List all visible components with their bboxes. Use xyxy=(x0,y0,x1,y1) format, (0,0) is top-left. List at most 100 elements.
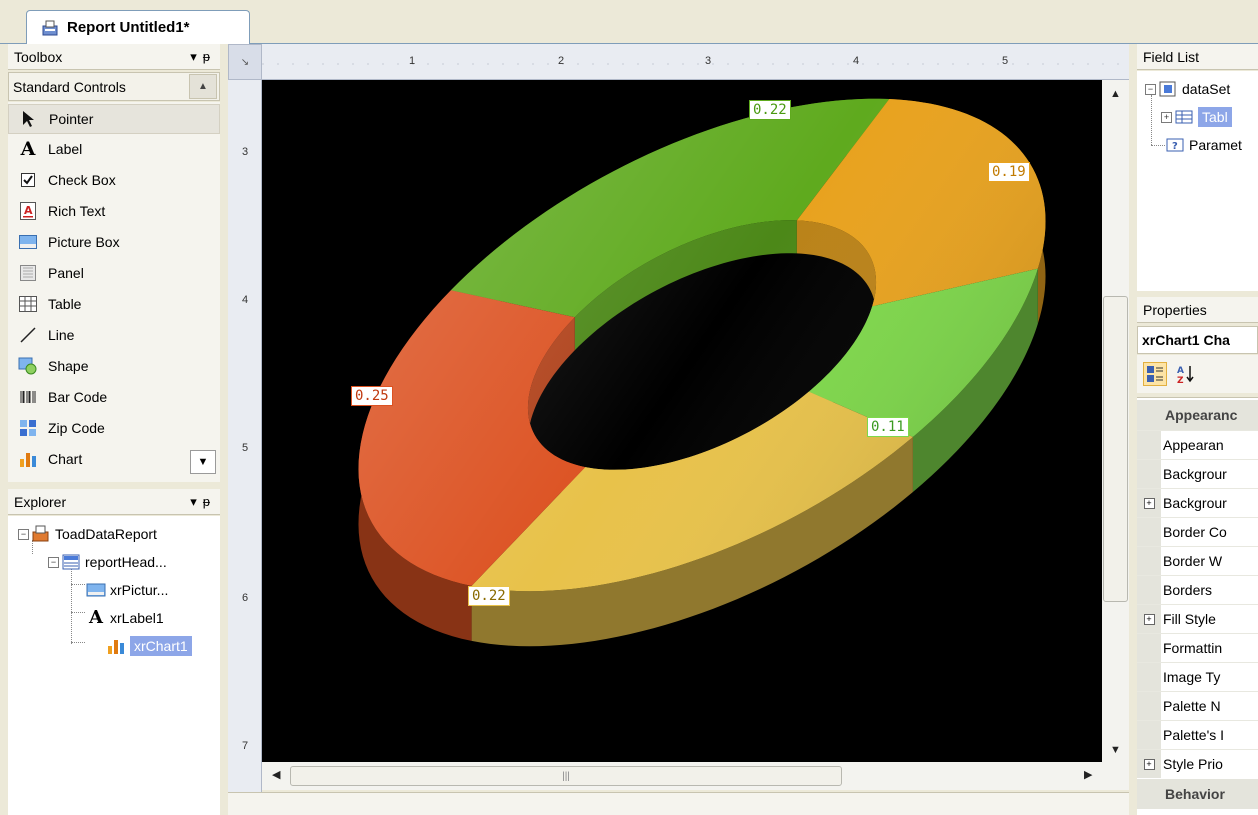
explorer-pin-icon[interactable]: ᵽ xyxy=(203,494,210,510)
property-row[interactable]: + Style Prio xyxy=(1137,749,1258,778)
ruler-number: 4 xyxy=(853,55,860,67)
toolbox-item-label: Picture Box xyxy=(48,234,120,250)
property-row[interactable]: Formattin xyxy=(1137,633,1258,662)
field-node-dataset[interactable]: − dataSet xyxy=(1145,75,1230,103)
expand-toggle-icon[interactable]: + xyxy=(1143,613,1155,625)
collapse-toggle-icon[interactable]: − xyxy=(48,556,59,568)
toolbox-item-zip-code[interactable]: Zip Code xyxy=(8,413,220,443)
ruler-corner-button[interactable]: ↘ xyxy=(228,44,262,80)
table-icon xyxy=(18,294,38,314)
doughnut-chart xyxy=(358,98,1046,647)
property-row[interactable]: + Backgrour xyxy=(1137,488,1258,517)
property-gutter xyxy=(1137,518,1161,546)
explorer-title: Explorer xyxy=(14,493,67,510)
field-node-label: Tabl xyxy=(1198,107,1232,127)
property-category-label: Appearanc xyxy=(1165,407,1238,423)
toolbox-item-label: Chart xyxy=(48,451,83,467)
toolbox-item-line[interactable]: Line xyxy=(8,320,220,350)
vertical-ruler: 3 4 5 6 7 xyxy=(228,80,262,792)
parameters-icon: ? xyxy=(1166,138,1184,152)
toolbox-item-checkbox[interactable]: Check Box xyxy=(8,165,220,195)
canvas-horizontal-scrollbar[interactable]: ◀ ||| ▶ xyxy=(262,762,1129,790)
data-label: 0.19 xyxy=(988,162,1030,182)
ruler-number: 3 xyxy=(705,55,712,67)
band-icon xyxy=(62,554,80,570)
tree-node-picture[interactable]: xrPictur... xyxy=(86,576,168,604)
field-node-table[interactable]: + Tabl xyxy=(1161,103,1232,131)
canvas-vertical-scrollbar[interactable]: ▲ ▼ xyxy=(1102,80,1129,762)
scroll-down-icon[interactable]: ▼ xyxy=(1110,744,1121,756)
properties-header: Properties xyxy=(1137,297,1258,323)
svg-text:?: ? xyxy=(1172,141,1178,152)
tree-connector xyxy=(1151,145,1165,146)
toolbox-menu-icon[interactable]: ▾ xyxy=(190,49,197,65)
toolbox-item-rich-text[interactable]: A Rich Text xyxy=(8,196,220,226)
toolbox-scroll-down-icon[interactable]: ▼ xyxy=(190,450,216,474)
property-category[interactable]: Behavior xyxy=(1137,779,1258,809)
toolbox-item-shape[interactable]: Shape xyxy=(8,351,220,381)
toolbox-section-header[interactable]: Standard Controls ▲ xyxy=(8,72,220,101)
canvas-bottom-strip xyxy=(228,792,1129,815)
explorer-menu-icon[interactable]: ▾ xyxy=(190,494,197,510)
collapse-toggle-icon[interactable]: − xyxy=(1145,83,1156,95)
picture-box-icon xyxy=(18,232,38,252)
scroll-up-icon[interactable]: ▲ xyxy=(1110,88,1121,100)
expand-toggle-icon[interactable]: + xyxy=(1143,497,1155,509)
tree-node-label: xrPictur... xyxy=(110,582,169,598)
property-gutter: + xyxy=(1137,605,1161,633)
expand-toggle-icon[interactable]: + xyxy=(1161,111,1172,123)
property-name: Palette N xyxy=(1163,698,1221,714)
toolbox-item-chart[interactable]: Chart xyxy=(8,444,220,474)
property-row[interactable]: Palette N xyxy=(1137,691,1258,720)
expand-toggle-icon[interactable]: + xyxy=(1143,758,1155,770)
tree-node-report-header[interactable]: − reportHead... xyxy=(48,548,167,576)
toolbox-item-pointer[interactable]: Pointer xyxy=(8,104,220,134)
sort-az-icon: AZ xyxy=(1177,366,1194,384)
property-name: Backgrour xyxy=(1163,495,1227,511)
ruler-ticks xyxy=(262,63,1129,65)
property-gutter xyxy=(1137,431,1161,459)
ruler-number: 2 xyxy=(558,55,565,67)
toolbox-item-label-control[interactable]: A Label xyxy=(8,134,220,164)
properties-title: Properties xyxy=(1143,301,1207,318)
property-category[interactable]: Appearanc xyxy=(1137,400,1258,430)
horizontal-scroll-thumb[interactable]: ||| xyxy=(290,766,842,786)
toolbox-item-picture-box[interactable]: Picture Box xyxy=(8,227,220,257)
toolbox-item-panel[interactable]: Panel xyxy=(8,258,220,288)
toolbox-pin-icon[interactable]: ᵽ xyxy=(203,49,210,65)
toolbox-item-bar-code[interactable]: Bar Code xyxy=(8,382,220,412)
property-row[interactable]: Palette's I xyxy=(1137,720,1258,749)
property-row[interactable]: Appearan xyxy=(1137,430,1258,459)
tree-node-chart1[interactable]: xrChart1 xyxy=(106,632,192,660)
property-name: Backgrour xyxy=(1163,466,1227,482)
field-node-parameters[interactable]: ? Paramet xyxy=(1165,131,1242,159)
vertical-scroll-thumb[interactable] xyxy=(1103,296,1128,602)
properties-object-selector[interactable]: xrChart1 Cha xyxy=(1137,326,1258,354)
property-row[interactable]: Border Co xyxy=(1137,517,1258,546)
categorized-view-button[interactable] xyxy=(1143,362,1167,386)
collapse-toggle-icon[interactable]: − xyxy=(18,528,29,540)
property-row[interactable]: + Fill Style xyxy=(1137,604,1258,633)
report-icon xyxy=(42,20,58,35)
rich-text-icon: A xyxy=(18,201,38,221)
property-row[interactable]: Image Ty xyxy=(1137,662,1258,691)
scroll-left-icon[interactable]: ◀ xyxy=(272,768,280,781)
property-name: Borders xyxy=(1163,582,1213,598)
tree-node-label1[interactable]: A xrLabel1 xyxy=(86,604,164,632)
property-row[interactable]: Backgrour xyxy=(1137,459,1258,488)
document-tab[interactable]: Report Untitled1* xyxy=(26,10,250,44)
property-gutter xyxy=(1137,547,1161,575)
property-gutter: + xyxy=(1137,489,1161,517)
toolbox-item-table[interactable]: Table xyxy=(8,289,220,319)
property-row[interactable]: Border W xyxy=(1137,546,1258,575)
svg-text:A: A xyxy=(1177,366,1184,376)
toolbox-scroll-up-icon[interactable]: ▲ xyxy=(189,74,217,99)
toolbox-title: Toolbox xyxy=(14,48,63,65)
chart-control[interactable]: 0.22 0.19 0.11 0.22 0.25 xyxy=(262,80,1102,762)
property-name: Border W xyxy=(1163,553,1223,569)
tree-node-report[interactable]: − ToadDataReport xyxy=(18,520,157,548)
scroll-right-icon[interactable]: ▶ xyxy=(1084,768,1092,781)
property-row[interactable]: Borders xyxy=(1137,575,1258,604)
tree-node-label: reportHead... xyxy=(85,554,167,570)
alphabetical-view-button[interactable]: AZ xyxy=(1173,362,1197,386)
